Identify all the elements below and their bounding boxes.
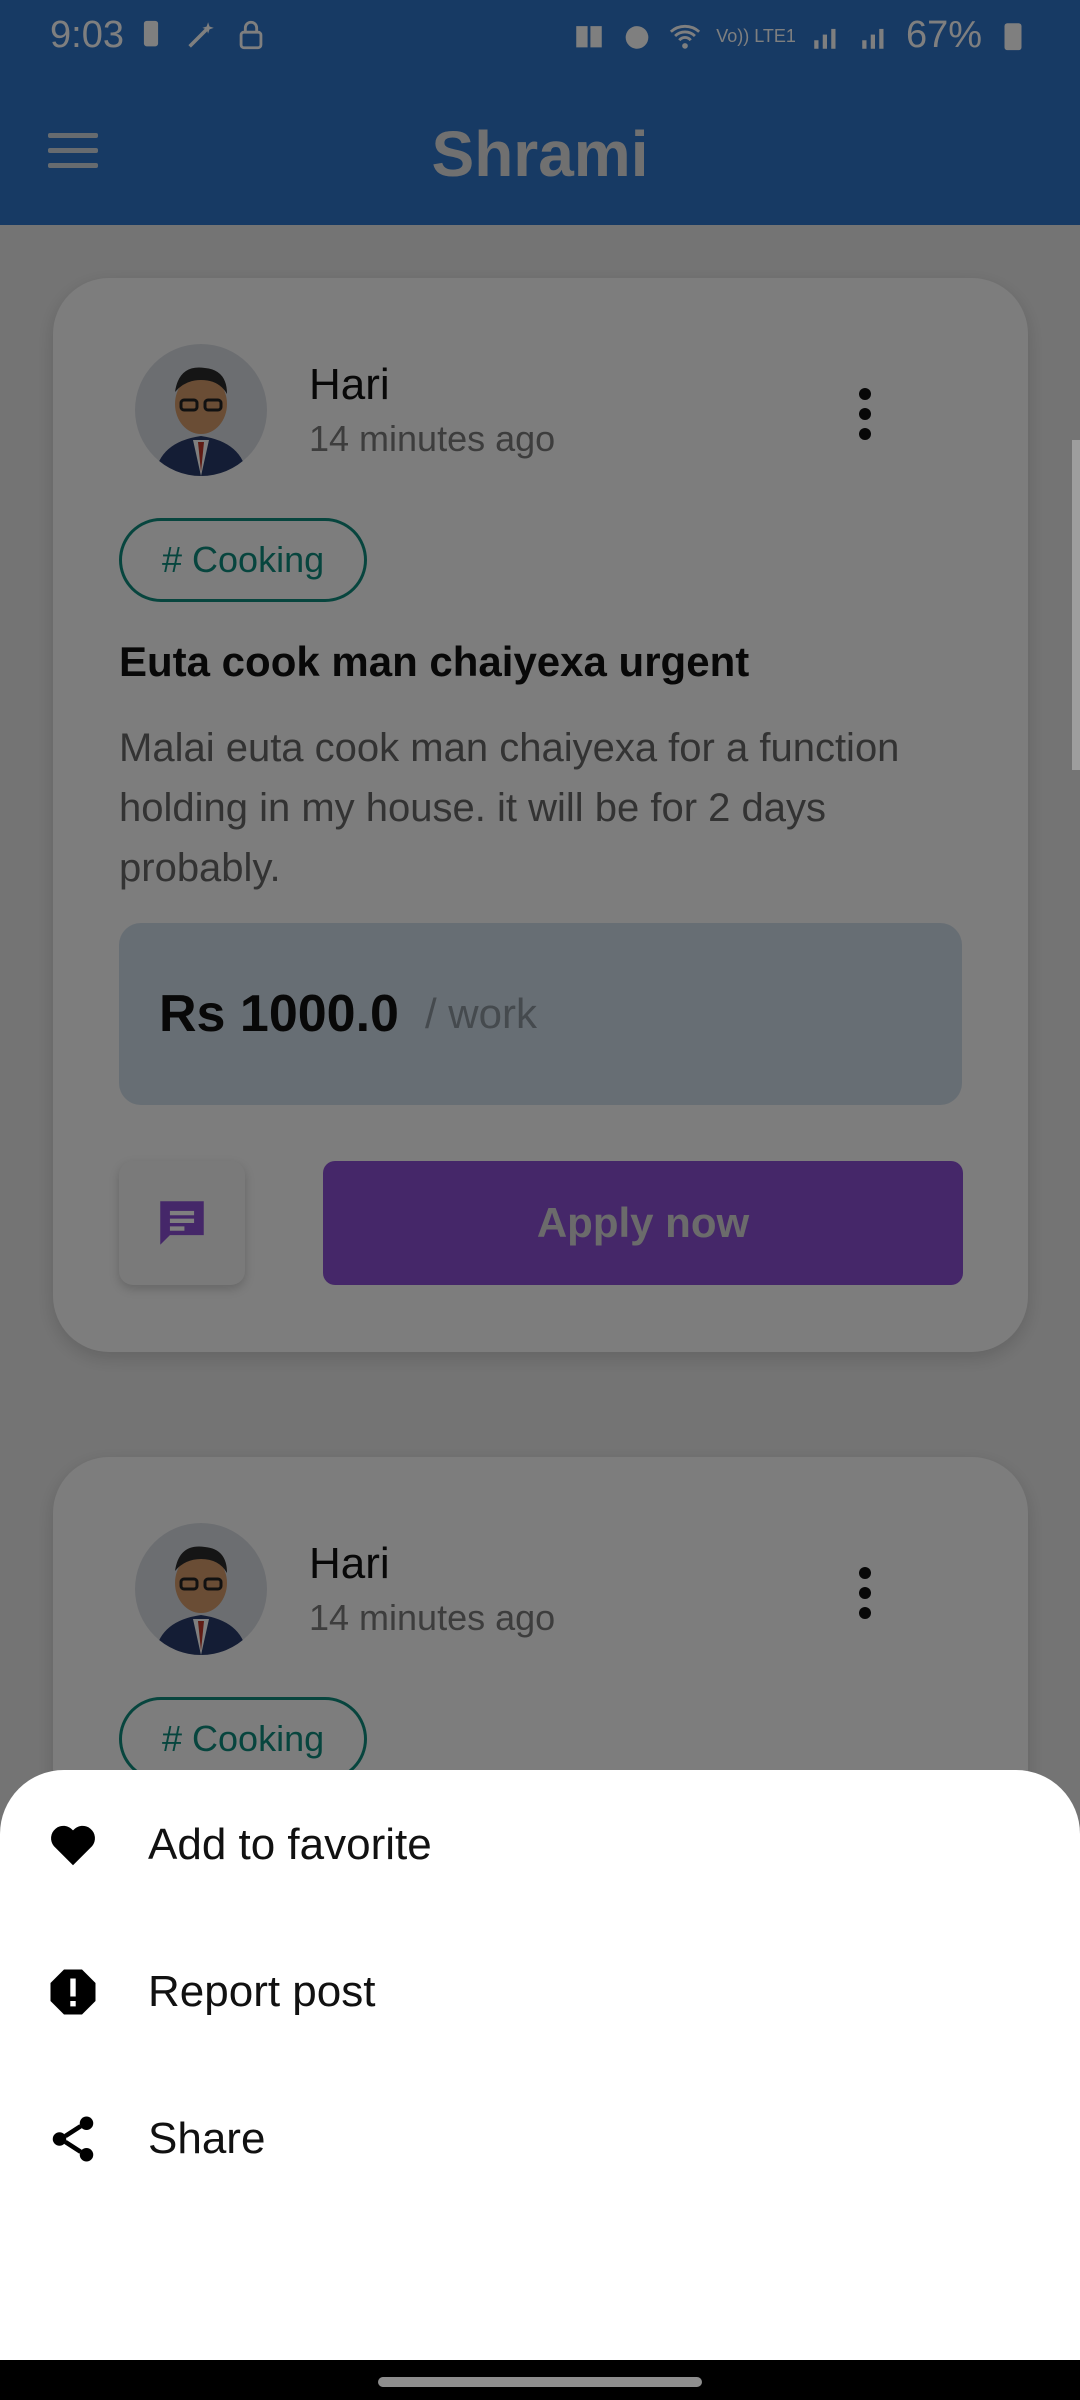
report-post-option[interactable]: Report post	[0, 1922, 1080, 2062]
home-gesture-handle[interactable]	[378, 2377, 702, 2387]
heart-icon	[46, 1818, 100, 1872]
scrollbar[interactable]	[1072, 440, 1080, 770]
share-label: Share	[148, 2114, 266, 2163]
report-post-label: Report post	[148, 1967, 376, 2016]
share-icon	[46, 2112, 100, 2166]
screen: 9:03 Vo)) LTE1 67% Shrami	[0, 0, 1080, 2400]
report-icon	[46, 1965, 100, 2019]
add-to-favorite-option[interactable]: Add to favorite	[0, 1775, 1080, 1915]
system-nav-bar	[0, 2360, 1080, 2400]
share-option[interactable]: Share	[0, 2069, 1080, 2209]
add-to-favorite-label: Add to favorite	[148, 1820, 432, 1869]
